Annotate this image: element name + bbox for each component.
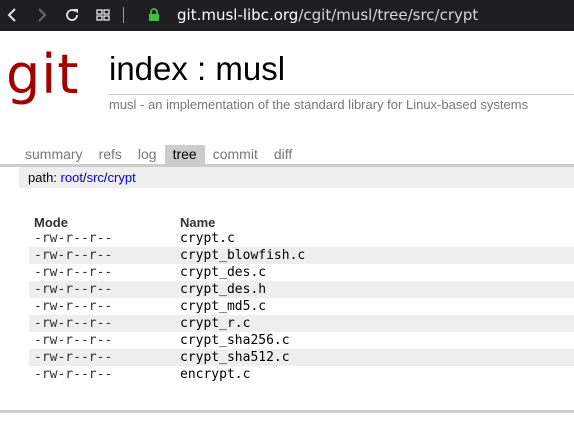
path-link-root[interactable]: root [61, 170, 83, 185]
url-path: /cgit/musl/tree/src/crypt [298, 6, 479, 24]
forward-arrow-icon[interactable] [32, 6, 50, 24]
file-mode: -rw-r--r-- [34, 333, 113, 348]
file-mode: -rw-r--r-- [34, 248, 113, 263]
repo-tabs: summary refs log tree commit diff [17, 145, 300, 164]
table-row[interactable]: -rw-r--r-- crypt.c [29, 230, 574, 247]
tab-diff[interactable]: diff [266, 145, 300, 164]
toolbar-separator [123, 7, 124, 23]
page-title: index : musl [109, 50, 286, 87]
lock-icon[interactable] [145, 6, 163, 24]
path-bar: path: root/src/crypt [19, 167, 574, 188]
file-mode: -rw-r--r-- [34, 299, 113, 314]
file-mode: -rw-r--r-- [34, 316, 113, 331]
file-name-link[interactable]: crypt_r.c [180, 315, 250, 332]
file-mode: -rw-r--r-- [34, 265, 113, 280]
path-link-crypt[interactable]: crypt [108, 170, 136, 185]
reload-icon[interactable] [63, 6, 81, 24]
file-mode: -rw-r--r-- [34, 282, 113, 297]
file-mode: -rw-r--r-- [34, 350, 113, 365]
file-name-link[interactable]: crypt_sha256.c [180, 332, 290, 349]
git-logo[interactable]: git [6, 48, 79, 102]
tab-log[interactable]: log [130, 145, 165, 164]
file-name-link[interactable]: crypt_blowfish.c [180, 247, 305, 264]
table-row[interactable]: -rw-r--r-- crypt_des.h [29, 281, 574, 298]
browser-toolbar: git.musl-libc.org/cgit/musl/tree/src/cry… [0, 0, 574, 31]
repo-description: musl - an implementation of the standard… [109, 97, 529, 112]
back-arrow-icon[interactable] [4, 6, 22, 24]
url-domain: git.musl-libc.org [177, 6, 299, 24]
apps-grid-icon[interactable] [94, 6, 112, 24]
table-row[interactable]: -rw-r--r-- crypt_sha256.c [29, 332, 574, 349]
file-name-link[interactable]: crypt_des.c [180, 264, 266, 281]
column-header-name: Name [180, 215, 216, 230]
file-mode: -rw-r--r-- [34, 367, 113, 382]
column-header-mode: Mode [34, 215, 68, 230]
title-divider [108, 94, 574, 95]
tab-tree[interactable]: tree [164, 145, 205, 164]
file-list: -rw-r--r-- crypt.c -rw-r--r-- crypt_blow… [29, 230, 574, 383]
file-name-link[interactable]: crypt_des.h [180, 281, 266, 298]
path-link-src[interactable]: src [87, 170, 104, 185]
table-row[interactable]: -rw-r--r-- crypt_md5.c [29, 298, 574, 315]
table-row[interactable]: -rw-r--r-- crypt_sha512.c [29, 349, 574, 366]
file-mode: -rw-r--r-- [34, 231, 113, 246]
tab-summary[interactable]: summary [17, 145, 91, 164]
table-row[interactable]: -rw-r--r-- encrypt.c [29, 366, 574, 383]
table-row[interactable]: -rw-r--r-- crypt_des.c [29, 264, 574, 281]
file-name-link[interactable]: crypt.c [180, 230, 235, 247]
file-name-link[interactable]: crypt_sha512.c [180, 349, 290, 366]
path-label: path: [28, 170, 61, 185]
table-row[interactable]: -rw-r--r-- crypt_blowfish.c [29, 247, 574, 264]
tab-commit[interactable]: commit [205, 145, 266, 164]
footer-divider [0, 410, 574, 413]
file-name-link[interactable]: encrypt.c [180, 366, 250, 383]
tab-refs[interactable]: refs [91, 145, 130, 164]
address-bar[interactable]: git.musl-libc.org/cgit/musl/tree/src/cry… [177, 6, 478, 24]
file-name-link[interactable]: crypt_md5.c [180, 298, 266, 315]
table-row[interactable]: -rw-r--r-- crypt_r.c [29, 315, 574, 332]
